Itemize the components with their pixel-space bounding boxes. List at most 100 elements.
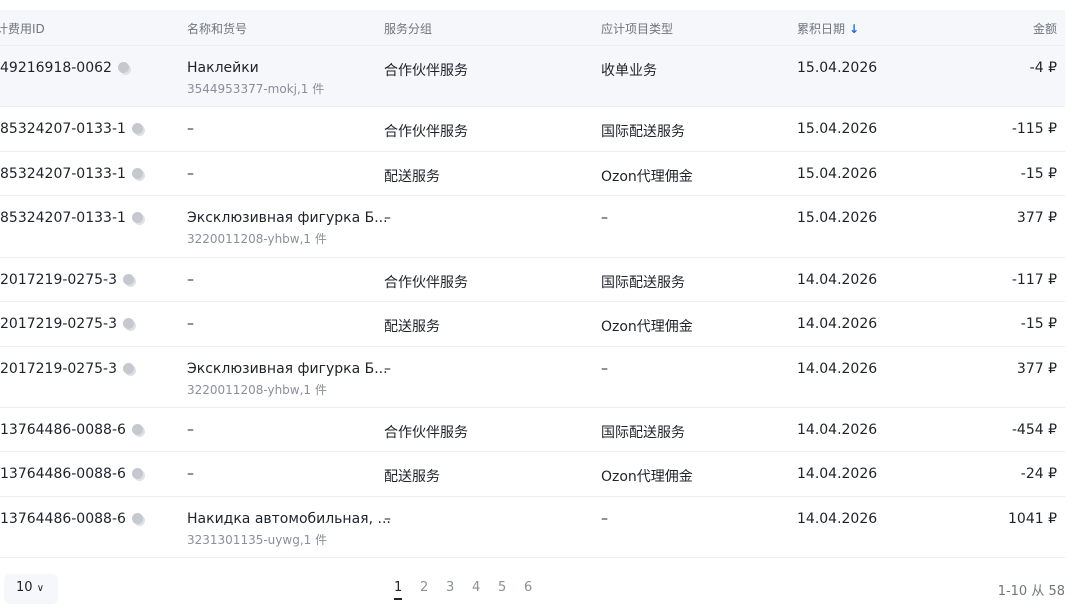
service-group: 合作伙伴服务 [384,425,468,441]
table-row[interactable]: 13764486-0088-6 – 配送服务 Ozon代理佣金 14.04.20… [0,452,1065,497]
service-group: 配送服务 [384,169,440,185]
service-group: 合作伙伴服务 [384,124,468,140]
accrual-id: 2017219-0275-3 [0,272,134,288]
service-group: – [384,210,391,226]
table-row[interactable]: 2017219-0275-3 – 合作伙伴服务 国际配送服务 14.04.202… [0,258,1065,302]
table-row[interactable]: 2017219-0275-3 – 配送服务 Ozon代理佣金 14.04.202… [0,302,1065,347]
amount: -4 ₽ [1029,60,1057,76]
service-group: – [384,361,391,377]
table-row[interactable]: 85324207-0133-1 – 合作伙伴服务 国际配送服务 15.04.20… [0,107,1065,152]
accrual-type: 收单业务 [601,63,657,79]
table-row[interactable]: 85324207-0133-1 Эксклюзивная фигурка Б..… [0,196,1065,258]
result-count: 1-10 从 58 [997,584,1065,599]
amount: -454 ₽ [1011,422,1057,438]
product-name: – [187,316,194,332]
table-row[interactable]: 2017219-0275-3 Эксклюзивная фигурка Б...… [0,347,1065,408]
table-row[interactable]: 49216918-0062 Наклейки 3544953377-mokj,1 … [0,46,1065,107]
page-3[interactable]: 3 [442,580,468,595]
pagination: 10 ∨ 123456 1-10 从 58 [0,572,1080,604]
product-sku: 3220011208-yhbw,1 件 [187,232,327,246]
table-row[interactable]: 85324207-0133-1 – 配送服务 Ozon代理佣金 15.04.20… [0,152,1065,196]
accrual-id: 49216918-0062 [0,60,129,76]
copy-icon[interactable] [131,424,143,435]
copy-icon[interactable] [123,363,134,374]
accrual-type: Ozon代理佣金 [601,319,693,335]
accrual-id: 2017219-0275-3 [0,316,134,332]
col-amount: 金额 [1032,22,1057,36]
product-sku: 3220011208-yhbw,1 件 [187,383,327,397]
copy-icon[interactable] [131,212,143,223]
accrual-id: 85324207-0133-1 [0,210,143,226]
arrow-down-icon[interactable]: ↓ [849,22,859,36]
accrual-type: 国际配送服务 [601,124,685,140]
amount: -115 ₽ [1011,121,1057,137]
product-name: Эксклюзивная фигурка Б... 3220011208-yhbw… [187,361,388,397]
col-name: 名称和货号 [187,22,248,36]
accrual-date: 14.04.2026 [797,466,878,482]
copy-icon[interactable] [131,123,143,134]
accrual-id: 85324207-0133-1 [0,166,143,182]
page-5[interactable]: 5 [494,580,520,595]
accrual-id: 13764486-0088-6 [0,422,143,438]
product-name: Эксклюзивная фигурка Б... 3220011208-yhbw… [187,210,388,246]
accrual-type: Ozon代理佣金 [601,169,693,185]
product-name: – [187,166,194,182]
col-group: 服务分组 [384,22,433,36]
product-name: Накидка автомобильная, ... 3231301135-uyw… [187,511,391,547]
accrual-date: 14.04.2026 [797,361,878,377]
service-group: 合作伙伴服务 [384,275,468,291]
accruals-table: 计费用ID 名称和货号 服务分组 应计项目类型 累积日期 ↓ 金额 4921691… [0,10,1065,558]
copy-icon[interactable] [117,62,129,73]
page-size-select[interactable]: 10 ∨ [4,574,58,604]
product-name: Наклейки 3544953377-mokj,1 件 [187,60,325,96]
col-type: 应计项目类型 [601,22,674,36]
table-row[interactable]: 13764486-0088-6 Накидка автомобильная, .… [0,497,1065,558]
accrual-type: 国际配送服务 [601,275,685,291]
product-name: – [187,121,194,137]
page-4[interactable]: 4 [468,580,494,595]
accrual-id: 85324207-0133-1 [0,121,143,137]
accrual-date: 14.04.2026 [797,422,878,438]
service-group: 合作伙伴服务 [384,63,468,79]
col-id: 计费用ID [0,22,45,36]
accrual-date: 14.04.2026 [797,511,878,527]
page-6[interactable]: 6 [520,580,546,595]
accrual-id: 2017219-0275-3 [0,361,134,377]
table-header: 计费用ID 名称和货号 服务分组 应计项目类型 累积日期 ↓ 金额 [0,10,1065,46]
accrual-type: – [601,361,608,377]
page-2[interactable]: 2 [416,580,442,595]
amount: -15 ₽ [1020,316,1057,332]
amount: 377 ₽ [1016,361,1057,377]
service-group: 配送服务 [384,319,440,335]
accrual-date: 15.04.2026 [797,121,878,137]
copy-icon[interactable] [123,274,134,285]
accrual-date: 14.04.2026 [797,272,878,288]
accrual-type: 国际配送服务 [601,425,685,441]
accrual-type: Ozon代理佣金 [601,469,693,485]
amount: 1041 ₽ [1008,511,1057,527]
accrual-type: – [601,511,608,527]
product-sku: 3544953377-mokj,1 件 [187,82,325,96]
accrual-date: 15.04.2026 [797,210,878,226]
service-group: 配送服务 [384,469,440,485]
product-name: – [187,272,194,288]
page-1[interactable]: 1 [390,580,416,600]
copy-icon[interactable] [131,513,143,524]
amount: -117 ₽ [1011,272,1057,288]
amount: 377 ₽ [1016,210,1057,226]
copy-icon[interactable] [131,168,143,179]
accrual-id: 13764486-0088-6 [0,511,143,527]
accrual-type: – [601,210,608,226]
product-name: – [187,422,194,438]
copy-icon[interactable] [123,318,134,329]
accrual-date: 15.04.2026 [797,60,878,76]
table-row[interactable]: 13764486-0088-6 – 合作伙伴服务 国际配送服务 14.04.20… [0,408,1065,452]
page-list: 123456 [390,580,546,600]
accrual-date: 15.04.2026 [797,166,878,182]
amount: -15 ₽ [1020,166,1057,182]
accrual-id: 13764486-0088-6 [0,466,143,482]
col-date[interactable]: 累积日期 ↓ [797,20,859,37]
product-name: – [187,466,194,482]
copy-icon[interactable] [131,468,143,479]
accrual-date: 14.04.2026 [797,316,878,332]
